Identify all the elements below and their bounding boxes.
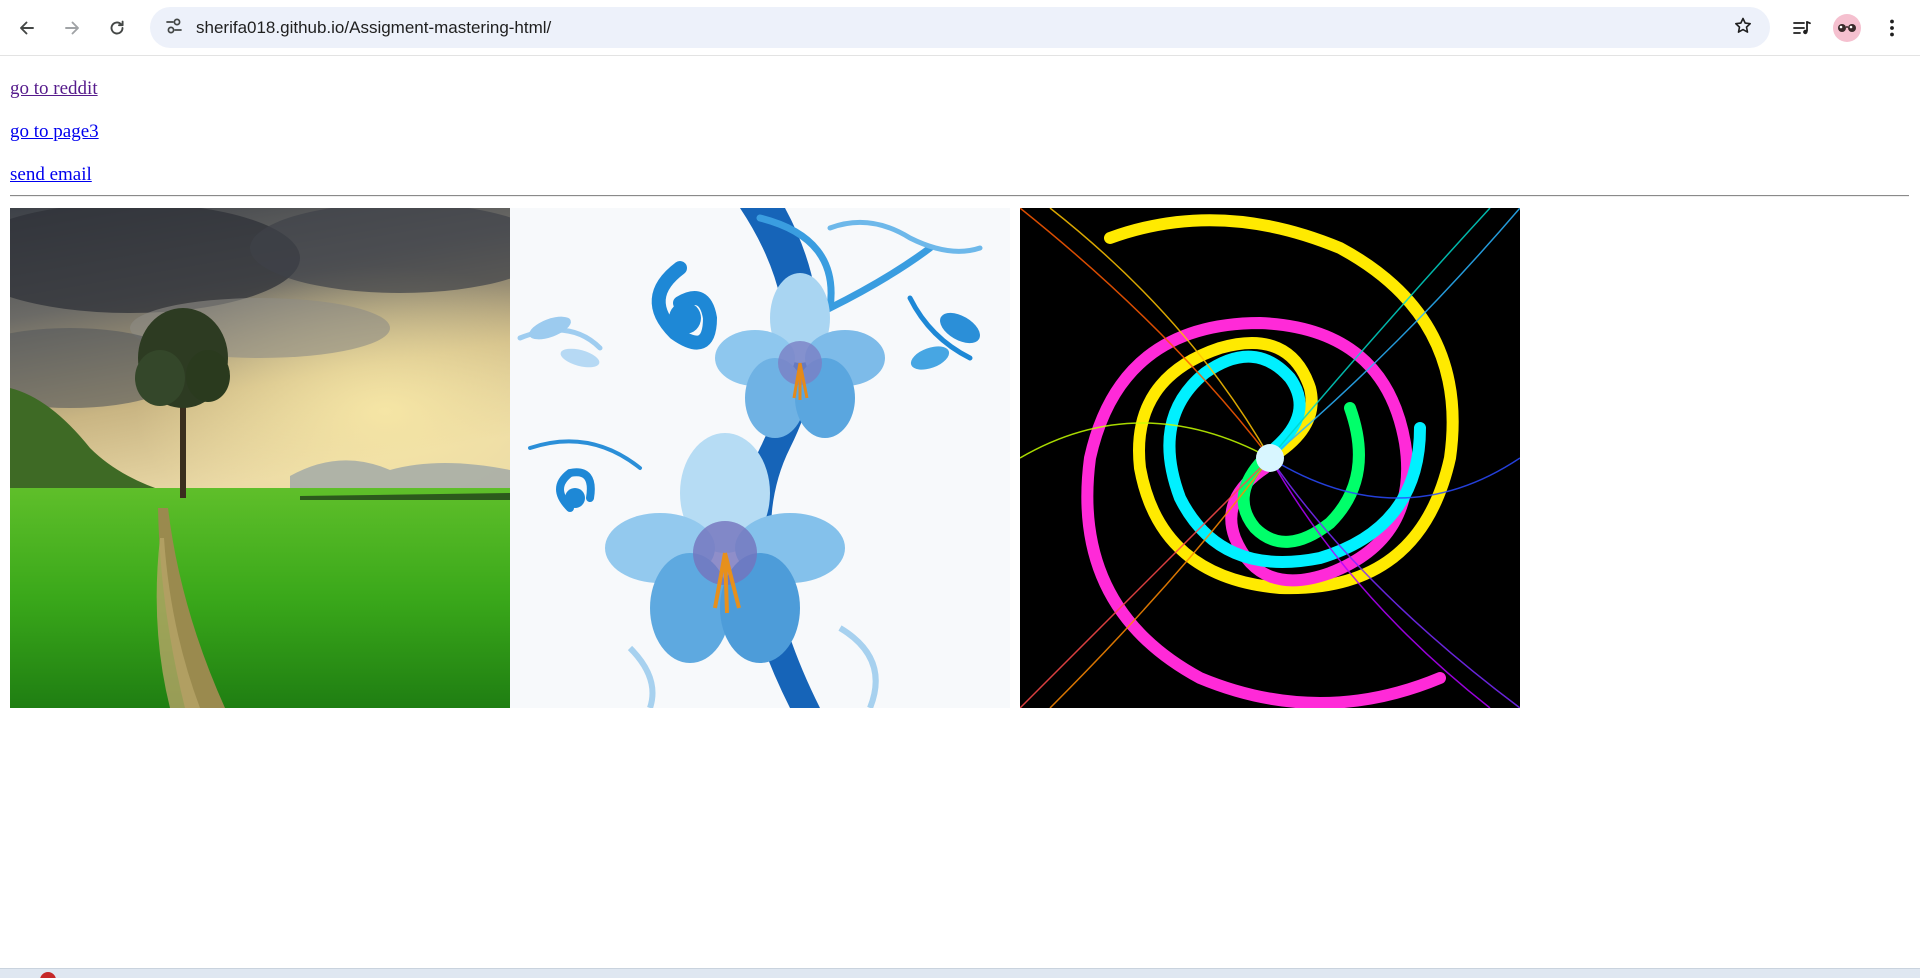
profile-avatar-icon: [1833, 14, 1861, 42]
media-queue-icon: [1792, 18, 1812, 38]
back-button[interactable]: [9, 10, 45, 46]
site-info-button[interactable]: [158, 12, 190, 44]
profile-button[interactable]: [1829, 10, 1865, 46]
reload-button[interactable]: [99, 10, 135, 46]
three-dot-menu-icon: [1889, 18, 1895, 38]
arrow-right-icon: [62, 18, 82, 38]
taskbar-edge: [0, 968, 1920, 978]
image-field-landscape: [10, 208, 510, 708]
image-blue-floral: [510, 208, 1010, 708]
tune-icon: [165, 17, 183, 40]
media-controls-button[interactable]: [1784, 10, 1820, 46]
arrow-left-icon: [17, 18, 37, 38]
star-outline-icon: [1733, 16, 1753, 41]
address-bar[interactable]: sherifa018.github.io/Assigment-mastering…: [150, 7, 1770, 48]
taskbar-app-icon[interactable]: [40, 972, 56, 978]
link-go-to-page3[interactable]: go to page3: [10, 121, 99, 143]
link-send-email[interactable]: send email: [10, 164, 92, 186]
horizontal-rule: [10, 195, 1909, 197]
browser-toolbar: sherifa018.github.io/Assigment-mastering…: [0, 0, 1920, 56]
url-text[interactable]: sherifa018.github.io/Assigment-mastering…: [196, 7, 551, 48]
forward-button[interactable]: [54, 10, 90, 46]
bookmark-button[interactable]: [1726, 11, 1760, 45]
link-go-to-reddit[interactable]: go to reddit: [10, 78, 98, 100]
image-rainbow-spiral: [1020, 208, 1520, 708]
reload-icon: [107, 18, 127, 38]
page-content: go to reddit go to page3 send email: [0, 57, 1920, 968]
browser-menu-button[interactable]: [1874, 10, 1910, 46]
